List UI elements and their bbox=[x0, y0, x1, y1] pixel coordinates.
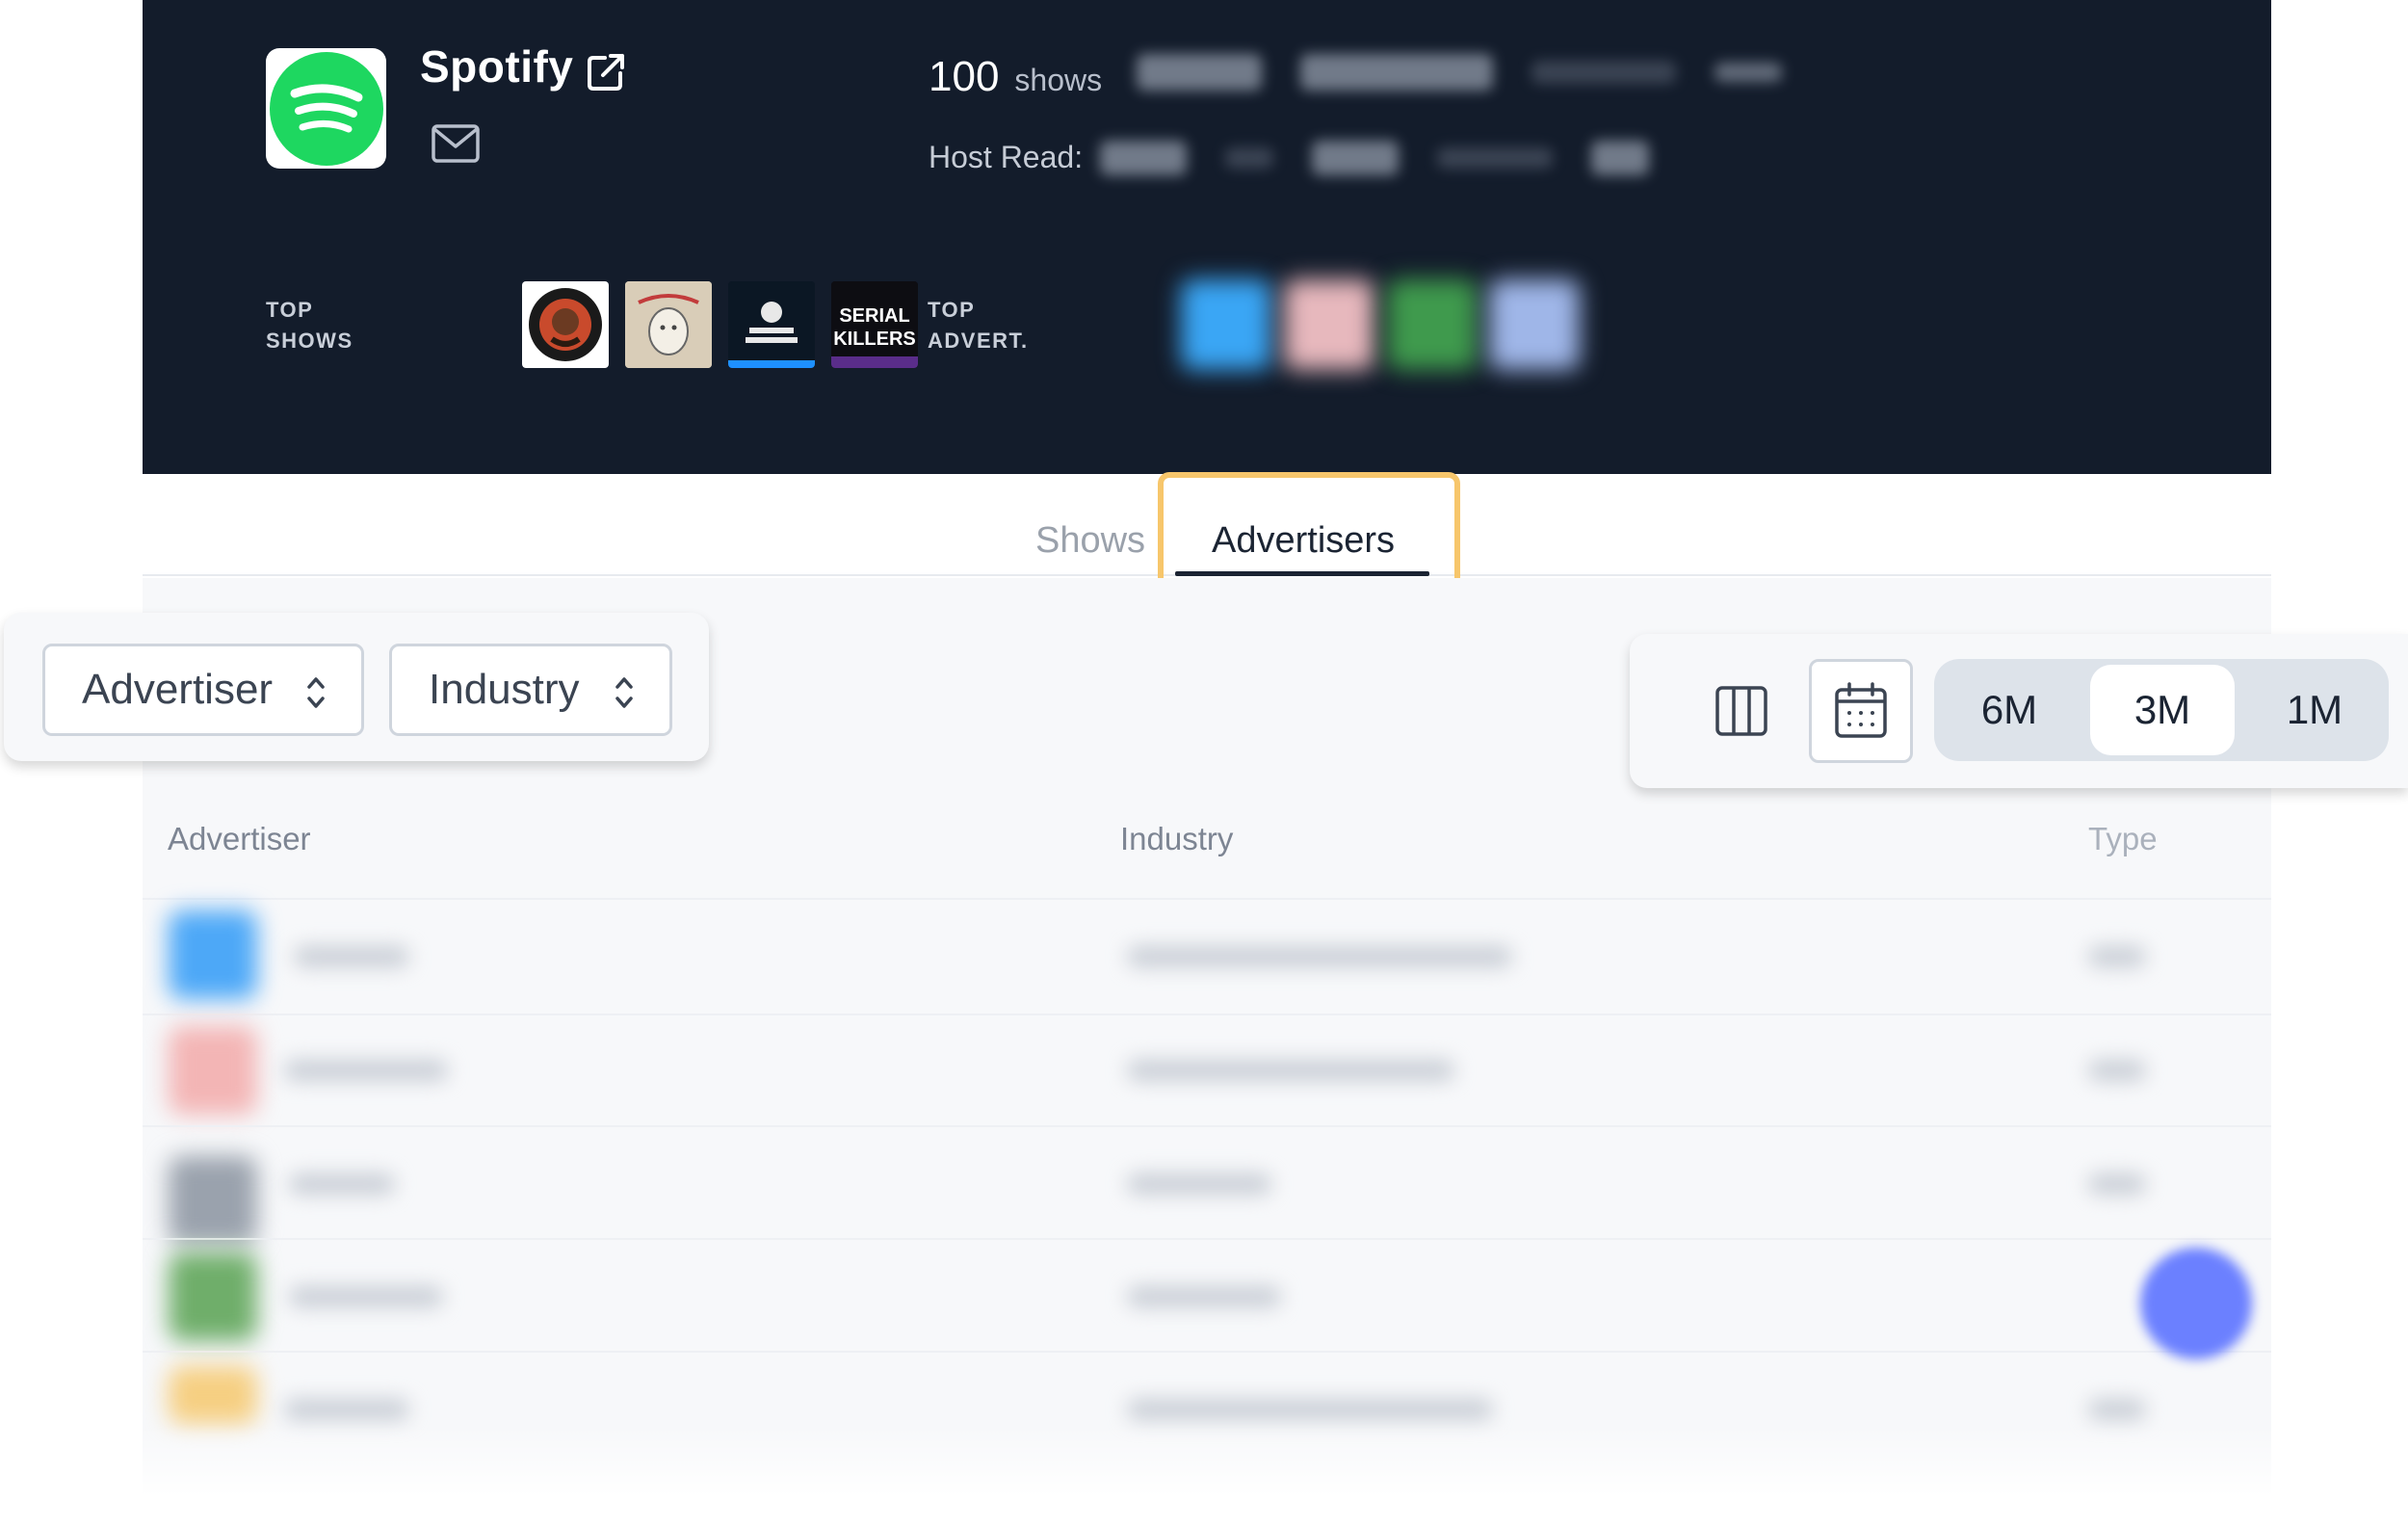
table-row[interactable] bbox=[289, 1286, 443, 1307]
top-show-thumbnail[interactable] bbox=[625, 281, 712, 368]
top-advertisers-label: TOP ADVERT. bbox=[928, 298, 1029, 353]
top-advertiser-logo[interactable] bbox=[1387, 279, 1478, 370]
table-row bbox=[1127, 1286, 1281, 1307]
spotify-logo bbox=[266, 48, 386, 169]
advertiser-logo bbox=[169, 1156, 257, 1245]
advertiser-filter-label: Advertiser bbox=[82, 666, 274, 713]
advertiser-logo bbox=[169, 1366, 257, 1424]
show-count: 100 bbox=[929, 53, 1000, 100]
tab-shows[interactable]: Shows bbox=[1035, 520, 1145, 562]
row-divider bbox=[143, 1351, 2271, 1353]
row-divider bbox=[143, 1238, 2271, 1240]
advertiser-logo bbox=[169, 910, 257, 999]
chat-support-button[interactable] bbox=[2140, 1248, 2252, 1359]
table-row bbox=[1127, 1060, 1454, 1081]
host-read-stats: Host Read: bbox=[929, 140, 1650, 175]
table-row bbox=[1127, 1399, 1493, 1420]
range-1m-button[interactable]: 1M bbox=[2240, 659, 2389, 761]
publisher-name: Spotify bbox=[420, 41, 574, 92]
table-row bbox=[2088, 946, 2146, 967]
table-row bbox=[2088, 1173, 2146, 1195]
sort-chevrons-icon bbox=[307, 677, 325, 708]
row-divider bbox=[143, 1014, 2271, 1015]
top-show-thumbnail[interactable]: SERIAL KILLERS bbox=[831, 281, 918, 368]
sort-chevrons-icon bbox=[615, 677, 633, 708]
row-divider bbox=[143, 898, 2271, 900]
spotify-icon bbox=[269, 51, 383, 166]
top-show-thumbnail[interactable] bbox=[728, 281, 815, 368]
table-row[interactable] bbox=[294, 946, 409, 967]
blurred-stats bbox=[1137, 54, 1783, 91]
publisher-stats: 100 shows bbox=[929, 53, 1783, 101]
calendar-icon bbox=[1835, 682, 1887, 738]
time-range-toggle: 6M 3M 1M bbox=[1934, 659, 2389, 761]
table-row bbox=[2088, 1399, 2146, 1420]
column-header-advertiser[interactable]: Advertiser bbox=[168, 821, 311, 857]
top-advertiser-logo[interactable] bbox=[1181, 279, 1271, 370]
advertiser-filter-select[interactable]: Advertiser bbox=[42, 644, 364, 736]
column-header-industry[interactable]: Industry bbox=[1120, 821, 1233, 857]
table-row bbox=[1127, 946, 1512, 967]
svg-text:KILLERS: KILLERS bbox=[833, 329, 916, 350]
table-row[interactable] bbox=[284, 1399, 409, 1420]
mail-icon[interactable] bbox=[431, 121, 481, 166]
range-3m-button[interactable]: 3M bbox=[2090, 665, 2235, 755]
top-shows-label: TOP SHOWS bbox=[266, 298, 353, 353]
row-divider bbox=[143, 1125, 2271, 1127]
table-row[interactable] bbox=[289, 1173, 395, 1195]
top-advertiser-logo[interactable] bbox=[1284, 279, 1374, 370]
external-link-icon[interactable] bbox=[584, 50, 628, 94]
table-row bbox=[1127, 1173, 1271, 1195]
svg-text:SERIAL: SERIAL bbox=[839, 305, 909, 327]
range-6m-button[interactable]: 6M bbox=[1934, 659, 2084, 761]
industry-filter-label: Industry bbox=[429, 666, 580, 713]
industry-filter-select[interactable]: Industry bbox=[389, 644, 672, 736]
table-row[interactable] bbox=[284, 1060, 448, 1081]
host-read-label: Host Read: bbox=[929, 140, 1084, 174]
date-picker-button[interactable] bbox=[1809, 659, 1913, 763]
bottom-fade bbox=[0, 1426, 2408, 1527]
top-show-thumbnail[interactable] bbox=[522, 281, 609, 368]
show-count-unit: shows bbox=[1014, 63, 1103, 97]
blurred-host-read bbox=[1100, 140, 1650, 175]
top-advertiser-logo[interactable] bbox=[1489, 279, 1580, 370]
advertiser-logo bbox=[169, 1252, 257, 1341]
columns-icon[interactable] bbox=[1714, 684, 1768, 738]
table-row bbox=[2088, 1060, 2146, 1081]
column-header-type[interactable]: Type bbox=[2088, 821, 2158, 857]
advertiser-logo bbox=[169, 1026, 257, 1115]
